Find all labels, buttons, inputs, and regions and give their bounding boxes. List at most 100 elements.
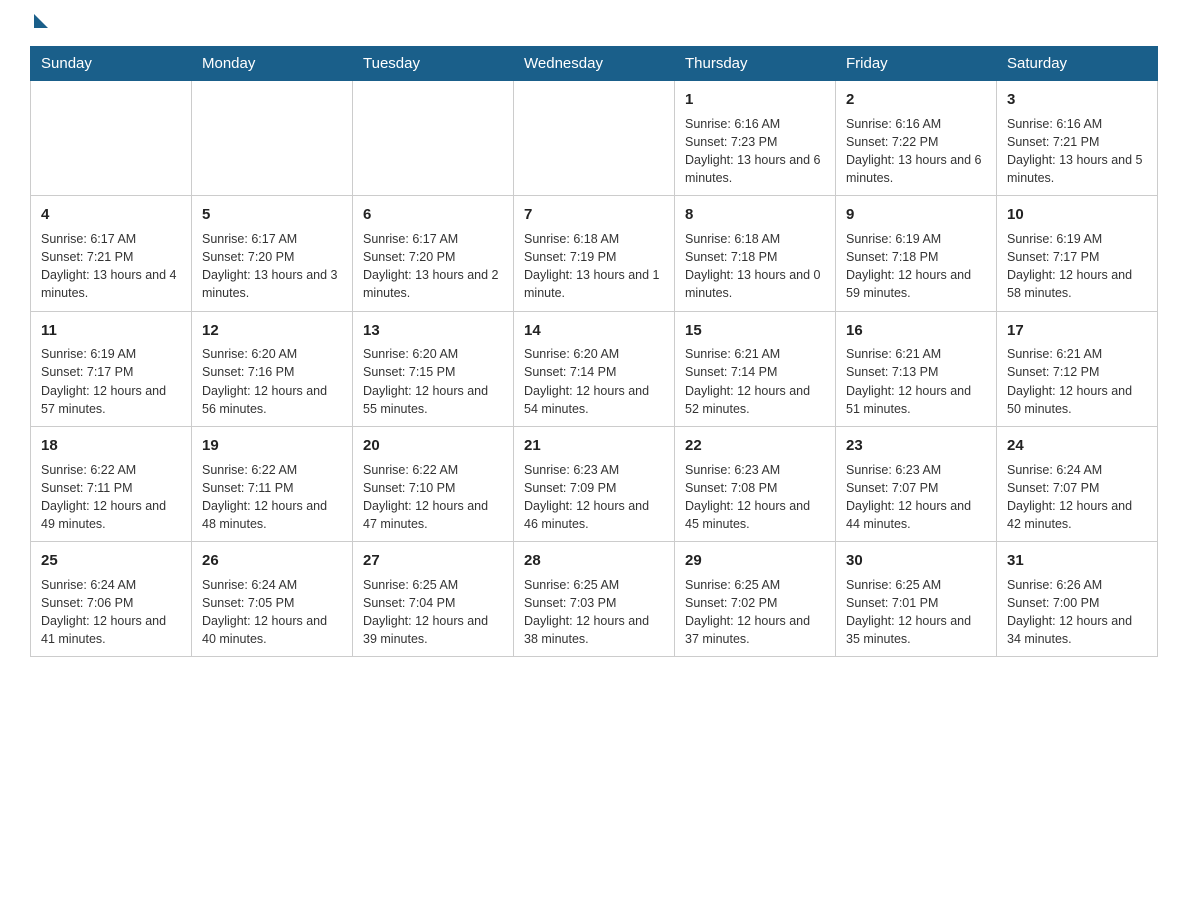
calendar-cell <box>192 81 353 196</box>
page-header <box>30 20 1158 28</box>
day-info: Sunrise: 6:19 AMSunset: 7:17 PMDaylight:… <box>1007 230 1147 303</box>
calendar-cell: 1Sunrise: 6:16 AMSunset: 7:23 PMDaylight… <box>675 81 836 196</box>
logo <box>30 20 48 28</box>
calendar-header: SundayMondayTuesdayWednesdayThursdayFrid… <box>31 47 1158 81</box>
day-of-week-header: Thursday <box>675 47 836 81</box>
calendar-cell: 16 Sunrise: 6:21 AMSunset: 7:13 PMDayligh… <box>836 311 997 426</box>
calendar-cell: 29 Sunrise: 6:25 AMSunset: 7:02 PMDayligh… <box>675 542 836 657</box>
calendar-cell: 21 Sunrise: 6:23 AMSunset: 7:09 PMDayligh… <box>514 426 675 541</box>
calendar-cell: 14 Sunrise: 6:20 AMSunset: 7:14 PMDayligh… <box>514 311 675 426</box>
day-number: 18 <box>41 435 181 457</box>
calendar-cell <box>514 81 675 196</box>
day-number: 31 <box>1007 550 1147 572</box>
calendar-cell: 17Sunrise: 6:21 AMSunset: 7:12 PMDayligh… <box>997 311 1158 426</box>
calendar-cell: 12 Sunrise: 6:20 AMSunset: 7:16 PMDayligh… <box>192 311 353 426</box>
day-number: 5 <box>202 204 342 226</box>
day-of-week-header: Monday <box>192 47 353 81</box>
calendar-cell: 27 Sunrise: 6:25 AMSunset: 7:04 PMDayligh… <box>353 542 514 657</box>
day-info: Sunrise: 6:17 AMSunset: 7:21 PMDaylight:… <box>41 230 181 303</box>
day-info: Sunrise: 6:20 AMSunset: 7:15 PMDaylight:… <box>363 345 503 418</box>
day-info: Sunrise: 6:25 AMSunset: 7:01 PMDaylight:… <box>846 576 986 649</box>
calendar-cell: 9 Sunrise: 6:19 AMSunset: 7:18 PMDaylight… <box>836 196 997 311</box>
day-number: 14 <box>524 320 664 342</box>
day-number: 25 <box>41 550 181 572</box>
day-number: 16 <box>846 320 986 342</box>
day-info: Sunrise: 6:19 AMSunset: 7:18 PMDaylight:… <box>846 230 986 303</box>
day-number: 23 <box>846 435 986 457</box>
calendar-cell: 31 Sunrise: 6:26 AMSunset: 7:00 PMDayligh… <box>997 542 1158 657</box>
day-info: Sunrise: 6:21 AMSunset: 7:14 PMDaylight:… <box>685 345 825 418</box>
calendar-week-row: 25 Sunrise: 6:24 AMSunset: 7:06 PMDayligh… <box>31 542 1158 657</box>
day-info: Sunrise: 6:25 AMSunset: 7:03 PMDaylight:… <box>524 576 664 649</box>
calendar-week-row: 18 Sunrise: 6:22 AMSunset: 7:11 PMDayligh… <box>31 426 1158 541</box>
calendar-body: 1Sunrise: 6:16 AMSunset: 7:23 PMDaylight… <box>31 81 1158 657</box>
day-number: 4 <box>41 204 181 226</box>
logo-general-text <box>30 20 48 28</box>
calendar-cell: 30 Sunrise: 6:25 AMSunset: 7:01 PMDayligh… <box>836 542 997 657</box>
day-number: 3 <box>1007 89 1147 111</box>
day-info: Sunrise: 6:16 AMSunset: 7:21 PMDaylight:… <box>1007 115 1147 188</box>
day-number: 2 <box>846 89 986 111</box>
day-number: 24 <box>1007 435 1147 457</box>
calendar-cell: 11 Sunrise: 6:19 AMSunset: 7:17 PMDayligh… <box>31 311 192 426</box>
day-number: 12 <box>202 320 342 342</box>
day-info: Sunrise: 6:21 AMSunset: 7:12 PMDaylight:… <box>1007 345 1147 418</box>
day-info: Sunrise: 6:18 AMSunset: 7:18 PMDaylight:… <box>685 230 825 303</box>
day-number: 22 <box>685 435 825 457</box>
day-info: Sunrise: 6:23 AMSunset: 7:08 PMDaylight:… <box>685 461 825 534</box>
day-info: Sunrise: 6:19 AMSunset: 7:17 PMDaylight:… <box>41 345 181 418</box>
day-info: Sunrise: 6:26 AMSunset: 7:00 PMDaylight:… <box>1007 576 1147 649</box>
day-info: Sunrise: 6:21 AMSunset: 7:13 PMDaylight:… <box>846 345 986 418</box>
calendar-cell: 25 Sunrise: 6:24 AMSunset: 7:06 PMDayligh… <box>31 542 192 657</box>
day-number: 15 <box>685 320 825 342</box>
calendar-cell: 8 Sunrise: 6:18 AMSunset: 7:18 PMDaylight… <box>675 196 836 311</box>
day-number: 10 <box>1007 204 1147 226</box>
calendar-cell: 26Sunrise: 6:24 AMSunset: 7:05 PMDayligh… <box>192 542 353 657</box>
calendar-week-row: 11 Sunrise: 6:19 AMSunset: 7:17 PMDayligh… <box>31 311 1158 426</box>
day-of-week-header: Tuesday <box>353 47 514 81</box>
calendar-cell: 24 Sunrise: 6:24 AMSunset: 7:07 PMDayligh… <box>997 426 1158 541</box>
day-header-row: SundayMondayTuesdayWednesdayThursdayFrid… <box>31 47 1158 81</box>
calendar-cell: 3 Sunrise: 6:16 AMSunset: 7:21 PMDaylight… <box>997 81 1158 196</box>
calendar-cell: 6Sunrise: 6:17 AMSunset: 7:20 PMDaylight… <box>353 196 514 311</box>
day-info: Sunrise: 6:24 AMSunset: 7:07 PMDaylight:… <box>1007 461 1147 534</box>
day-info: Sunrise: 6:23 AMSunset: 7:09 PMDaylight:… <box>524 461 664 534</box>
day-number: 9 <box>846 204 986 226</box>
day-number: 1 <box>685 89 825 111</box>
calendar-cell: 13 Sunrise: 6:20 AMSunset: 7:15 PMDayligh… <box>353 311 514 426</box>
day-number: 11 <box>41 320 181 342</box>
day-info: Sunrise: 6:17 AMSunset: 7:20 PMDaylight:… <box>202 230 342 303</box>
day-info: Sunrise: 6:18 AMSunset: 7:19 PMDaylight:… <box>524 230 664 303</box>
day-number: 13 <box>363 320 503 342</box>
day-info: Sunrise: 6:22 AMSunset: 7:11 PMDaylight:… <box>202 461 342 534</box>
calendar-cell: 18 Sunrise: 6:22 AMSunset: 7:11 PMDayligh… <box>31 426 192 541</box>
day-number: 6 <box>363 204 503 226</box>
day-info: Sunrise: 6:22 AMSunset: 7:11 PMDaylight:… <box>41 461 181 534</box>
day-number: 8 <box>685 204 825 226</box>
day-info: Sunrise: 6:22 AMSunset: 7:10 PMDaylight:… <box>363 461 503 534</box>
calendar-cell: 15 Sunrise: 6:21 AMSunset: 7:14 PMDayligh… <box>675 311 836 426</box>
calendar-week-row: 1Sunrise: 6:16 AMSunset: 7:23 PMDaylight… <box>31 81 1158 196</box>
calendar-table: SundayMondayTuesdayWednesdayThursdayFrid… <box>30 46 1158 657</box>
day-number: 30 <box>846 550 986 572</box>
calendar-cell: 10 Sunrise: 6:19 AMSunset: 7:17 PMDayligh… <box>997 196 1158 311</box>
day-of-week-header: Sunday <box>31 47 192 81</box>
calendar-cell: 19 Sunrise: 6:22 AMSunset: 7:11 PMDayligh… <box>192 426 353 541</box>
day-number: 19 <box>202 435 342 457</box>
calendar-cell: 5 Sunrise: 6:17 AMSunset: 7:20 PMDaylight… <box>192 196 353 311</box>
day-info: Sunrise: 6:16 AMSunset: 7:22 PMDaylight:… <box>846 115 986 188</box>
logo-arrow-icon <box>34 14 48 28</box>
day-info: Sunrise: 6:20 AMSunset: 7:16 PMDaylight:… <box>202 345 342 418</box>
day-info: Sunrise: 6:20 AMSunset: 7:14 PMDaylight:… <box>524 345 664 418</box>
day-number: 27 <box>363 550 503 572</box>
day-info: Sunrise: 6:24 AMSunset: 7:06 PMDaylight:… <box>41 576 181 649</box>
day-number: 29 <box>685 550 825 572</box>
day-number: 28 <box>524 550 664 572</box>
day-info: Sunrise: 6:25 AMSunset: 7:02 PMDaylight:… <box>685 576 825 649</box>
day-number: 21 <box>524 435 664 457</box>
day-of-week-header: Saturday <box>997 47 1158 81</box>
calendar-cell: 20Sunrise: 6:22 AMSunset: 7:10 PMDayligh… <box>353 426 514 541</box>
day-number: 7 <box>524 204 664 226</box>
day-info: Sunrise: 6:25 AMSunset: 7:04 PMDaylight:… <box>363 576 503 649</box>
day-of-week-header: Friday <box>836 47 997 81</box>
